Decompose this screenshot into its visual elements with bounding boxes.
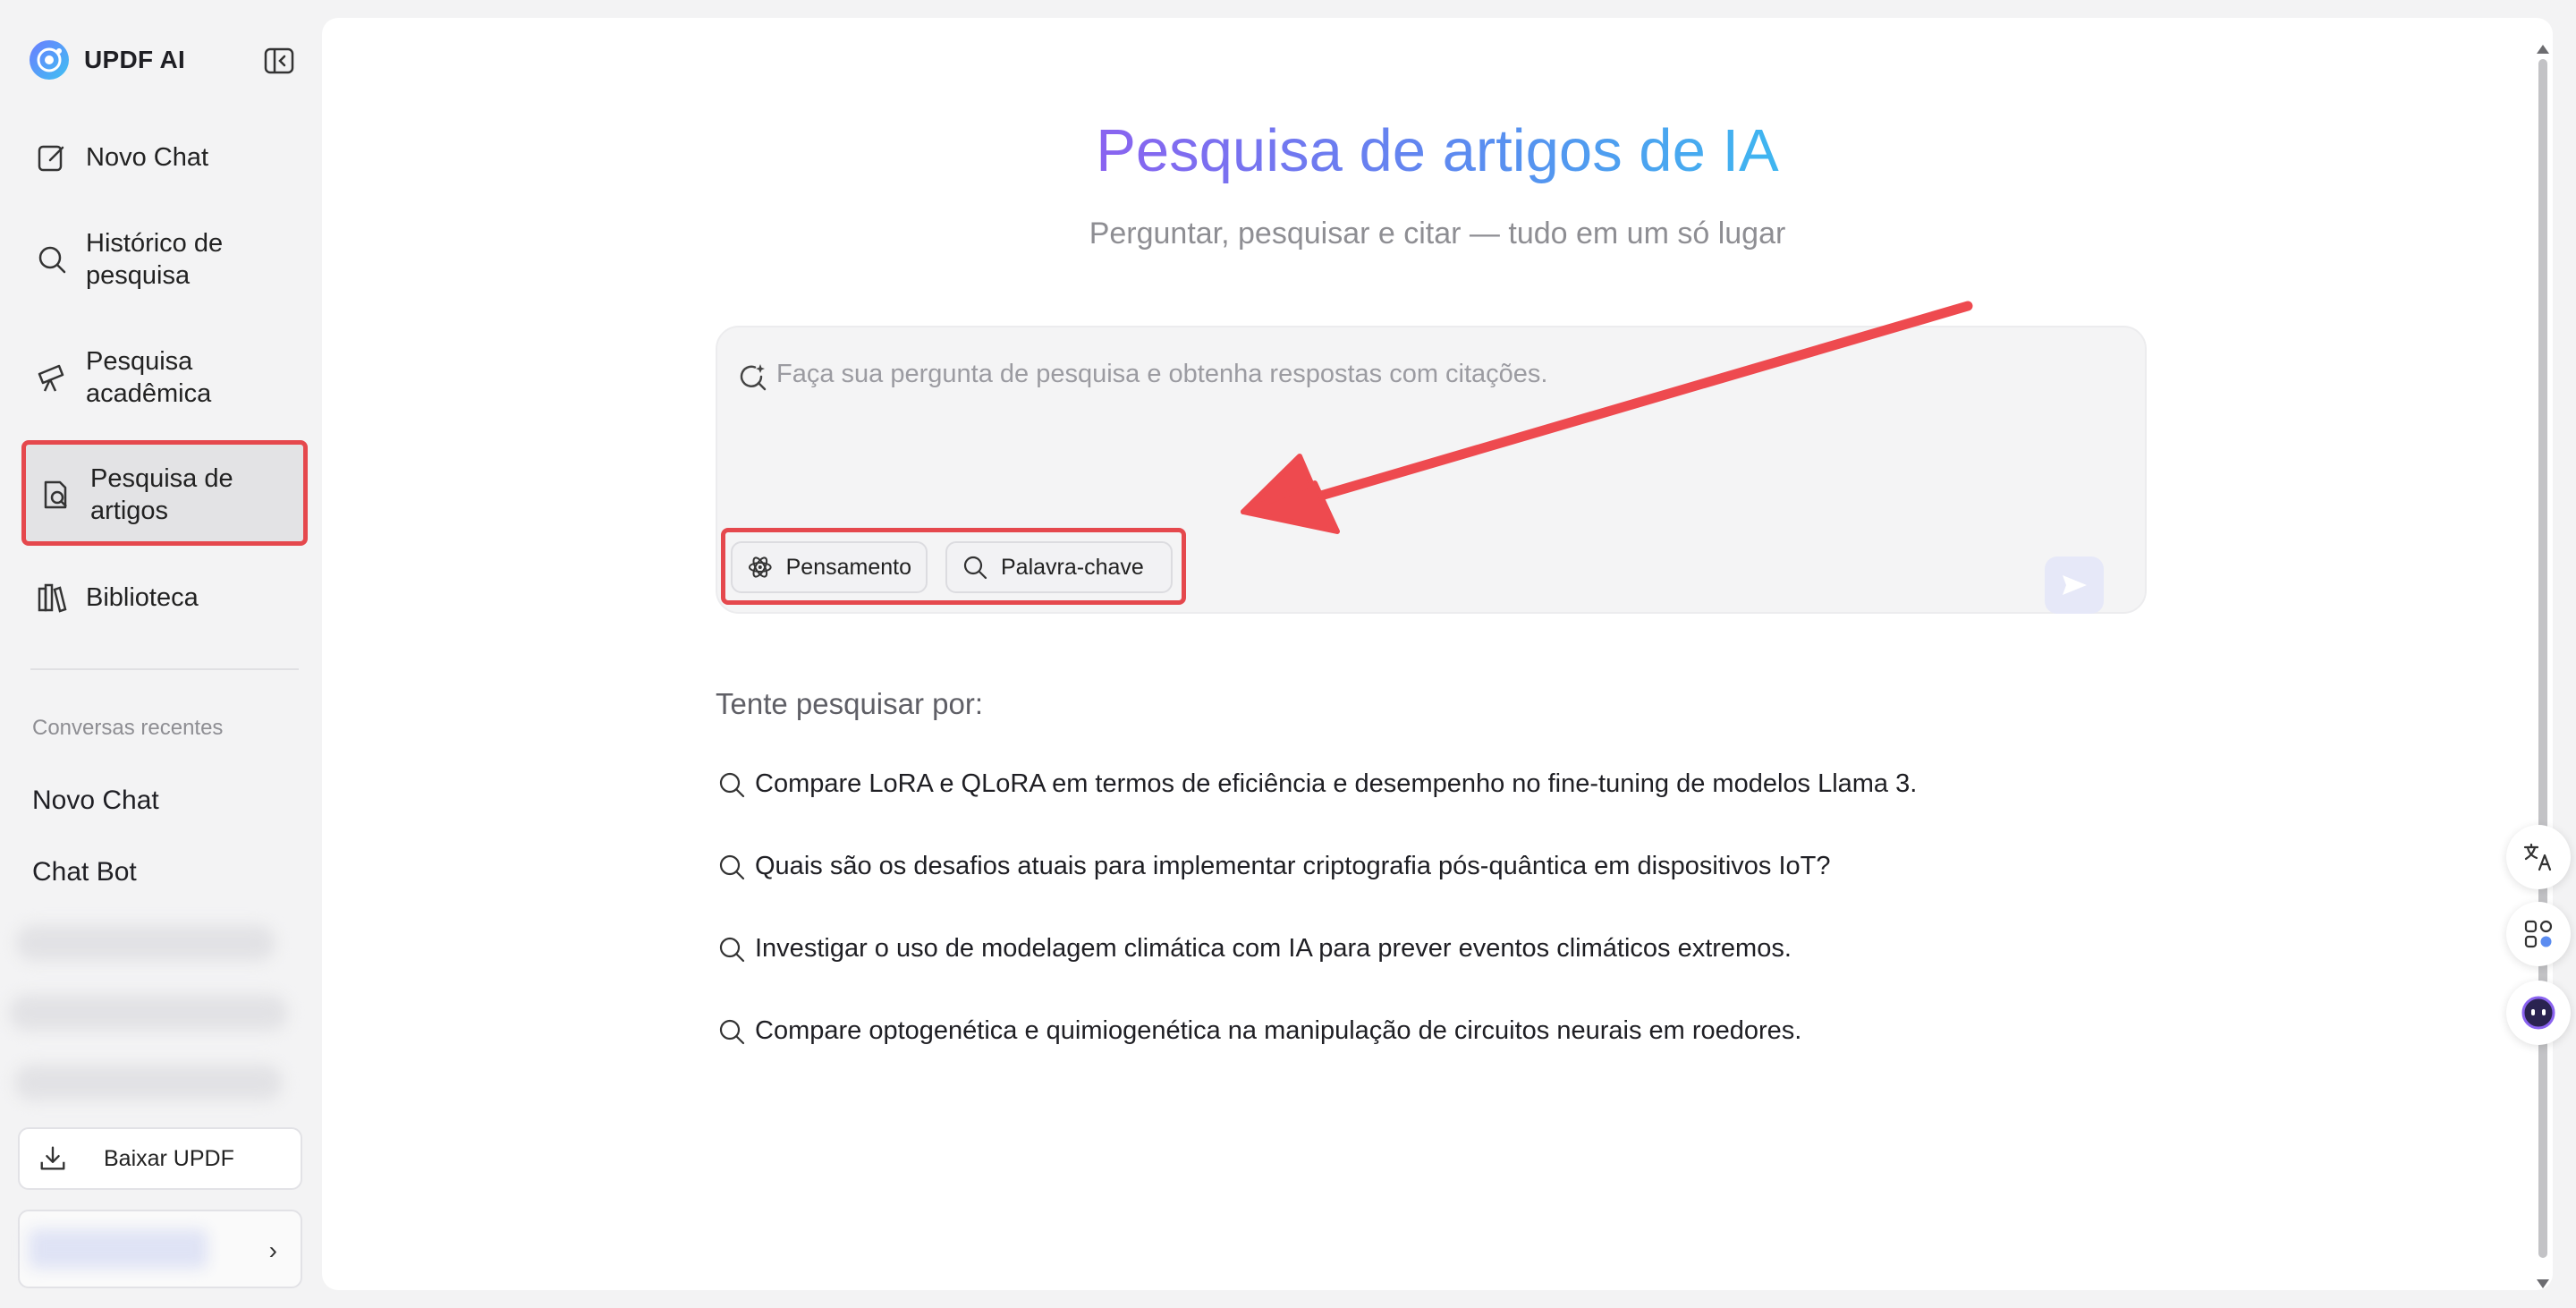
chip-label: Pensamento bbox=[785, 554, 911, 580]
nav-novo-chat[interactable]: Novo Chat bbox=[36, 141, 304, 174]
collapse-sidebar-button[interactable] bbox=[263, 45, 295, 77]
suggestion-item[interactable]: Quais são os desafios atuais para implem… bbox=[717, 852, 1831, 881]
apps-icon bbox=[2524, 920, 2553, 948]
search-icon bbox=[719, 772, 745, 797]
search-input[interactable]: Faça sua pergunta de pesquisa e obtenha … bbox=[776, 360, 1547, 389]
nav-label: Biblioteca bbox=[86, 583, 199, 612]
nav-pesquisa-academica[interactable]: Pesquisa acadêmica bbox=[36, 345, 304, 410]
suggestion-item[interactable]: Compare optogenética e quimiogenética na… bbox=[717, 1016, 1801, 1046]
nav-pesquisa-de-artigos[interactable]: Pesquisa de artigos bbox=[21, 440, 308, 546]
suggestion-text: Compare optogenética e quimiogenética na… bbox=[755, 1016, 1802, 1045]
nav-label: Pesquisa de artigos bbox=[90, 464, 233, 525]
ai-assistant-button[interactable] bbox=[2506, 981, 2571, 1045]
download-icon bbox=[40, 1146, 65, 1170]
avatar bbox=[29, 1229, 208, 1269]
send-icon bbox=[2063, 575, 2087, 595]
translate-button[interactable] bbox=[2506, 825, 2571, 889]
telescope-icon bbox=[36, 361, 68, 394]
suggestion-text: Investigar o uso de modelagem climática … bbox=[755, 934, 1792, 963]
search-icon bbox=[719, 937, 745, 962]
suggestion-text: Quais são os desafios atuais para implem… bbox=[755, 852, 1831, 880]
nav-biblioteca[interactable]: Biblioteca bbox=[36, 582, 304, 614]
apps-button[interactable] bbox=[2506, 902, 2571, 966]
chip-label: Palavra-chave bbox=[1001, 554, 1144, 580]
search-icon bbox=[36, 243, 68, 276]
download-updf-button[interactable]: Baixar UPDF bbox=[18, 1127, 302, 1190]
recent-conversations-title: Conversas recentes bbox=[32, 716, 224, 740]
scroll-thumb[interactable] bbox=[2538, 59, 2547, 1258]
search-mode-chips: Pensamento Palavra-chave bbox=[721, 528, 1186, 605]
updf-logo-icon bbox=[30, 40, 69, 80]
suggestion-item[interactable]: Investigar o uso de modelagem climática … bbox=[717, 934, 1792, 964]
try-searching-title: Tente pesquisar por: bbox=[716, 687, 984, 720]
document-search-icon bbox=[40, 479, 72, 511]
sidebar-collapse-icon bbox=[264, 47, 294, 74]
sidebar: UPDF AI Novo Chat Histórico de pesquisa … bbox=[0, 0, 322, 1308]
search-icon bbox=[719, 1019, 745, 1044]
nav-historico-de-pesquisa[interactable]: Histórico de pesquisa bbox=[36, 227, 304, 292]
recent-item[interactable]: Chat Bot bbox=[32, 857, 137, 888]
main-panel: Pesquisa de artigos de IA Perguntar, pes… bbox=[322, 18, 2553, 1290]
library-icon bbox=[36, 582, 68, 614]
search-box[interactable]: Faça sua pergunta de pesquisa e obtenha … bbox=[716, 326, 2147, 614]
scroll-down-arrow-icon[interactable] bbox=[2537, 1279, 2549, 1288]
blurred-recent-item[interactable] bbox=[16, 925, 275, 961]
translate-icon bbox=[2523, 843, 2552, 871]
nav-label: Pesquisa acadêmica bbox=[86, 347, 212, 408]
page-title: Pesquisa de artigos de IA bbox=[1096, 117, 1779, 184]
ai-search-icon bbox=[740, 364, 767, 391]
blurred-recent-item[interactable] bbox=[9, 995, 288, 1031]
atom-icon bbox=[748, 556, 772, 578]
brand-name: UPDF AI bbox=[84, 46, 186, 73]
page-subtitle: Perguntar, pesquisar e citar — tudo em u… bbox=[1089, 217, 1786, 251]
robot-face-icon bbox=[2521, 996, 2555, 1030]
recent-item[interactable]: Novo Chat bbox=[32, 786, 159, 816]
keyword-chip[interactable]: Palavra-chave bbox=[945, 541, 1173, 593]
nav-label: Histórico de pesquisa bbox=[86, 229, 224, 290]
sidebar-divider bbox=[30, 668, 299, 670]
search-icon bbox=[719, 854, 745, 879]
edit-icon bbox=[36, 141, 68, 174]
suggestion-text: Compare LoRA e QLoRA em termos de eficiê… bbox=[755, 769, 1918, 798]
thinking-chip[interactable]: Pensamento bbox=[731, 541, 928, 593]
brand[interactable]: UPDF AI bbox=[29, 39, 185, 81]
chevron-right-icon: › bbox=[268, 1236, 277, 1264]
scroll-up-arrow-icon[interactable] bbox=[2537, 45, 2549, 54]
nav-label: Novo Chat bbox=[86, 143, 209, 172]
download-label: Baixar UPDF bbox=[104, 1145, 234, 1171]
suggestion-item[interactable]: Compare LoRA e QLoRA em termos de eficiê… bbox=[717, 769, 1917, 799]
blurred-recent-item[interactable] bbox=[14, 1065, 283, 1100]
account-button[interactable]: › bbox=[18, 1210, 302, 1288]
search-icon bbox=[963, 556, 987, 580]
scrollbar[interactable] bbox=[2537, 45, 2549, 1288]
send-button[interactable] bbox=[2045, 556, 2104, 614]
